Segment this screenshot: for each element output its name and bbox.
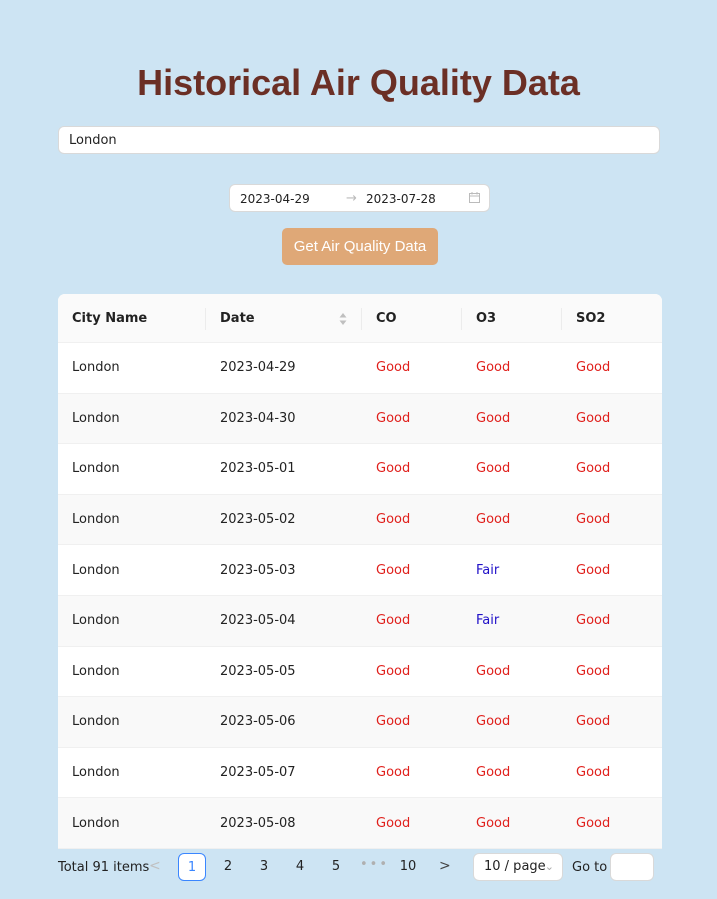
start-date-input[interactable]: 2023-04-29: [240, 192, 310, 206]
cell-city: London: [72, 714, 120, 730]
cell-date: 2023-04-30: [220, 410, 296, 426]
cell-so2: Good: [576, 613, 611, 629]
table-row: London 2023-05-07 Good Good Good: [58, 748, 662, 799]
cell-o3: Good: [476, 815, 511, 831]
cell-city: London: [72, 461, 120, 477]
goto-page-input[interactable]: [610, 853, 654, 881]
table-row: London 2023-04-29 Good Good Good: [58, 343, 662, 394]
next-page-icon[interactable]: >: [439, 858, 451, 874]
cell-so2: Good: [576, 815, 611, 831]
cell-so2: Good: [576, 714, 611, 730]
pagination: Total 91 items < 1 2 3 4 5 ••• 10 > 10 /…: [58, 852, 662, 884]
cell-city: London: [72, 410, 120, 426]
cell-city: London: [72, 360, 120, 376]
cell-o3: Good: [476, 663, 511, 679]
cell-so2: Good: [576, 562, 611, 578]
table-row: London 2023-05-04 Good Fair Good: [58, 595, 662, 647]
cell-date: 2023-05-02: [220, 512, 296, 528]
cell-co: Good: [376, 461, 411, 477]
table-row: London 2023-04-30 Good Good Good: [58, 393, 662, 445]
cell-date: 2023-05-05: [220, 663, 296, 679]
cell-date: 2023-05-06: [220, 714, 296, 730]
cell-date: 2023-05-08: [220, 815, 296, 831]
table-row: London 2023-05-02 Good Good Good: [58, 494, 662, 546]
cell-o3: Fair: [476, 562, 500, 578]
date-range-picker[interactable]: 2023-04-29 → 2023-07-28: [229, 184, 490, 212]
table-row: London 2023-05-03 Good Fair Good: [58, 545, 662, 596]
page-3-button[interactable]: 3: [250, 853, 278, 881]
page-10-button[interactable]: 10: [394, 853, 422, 881]
cell-date: 2023-05-07: [220, 765, 296, 781]
page-title: Historical Air Quality Data: [137, 62, 580, 103]
cell-o3: Good: [476, 461, 511, 477]
column-header-city: City Name: [58, 307, 206, 330]
cell-so2: Good: [576, 360, 611, 376]
table-row: London 2023-05-08 Good Good Good: [58, 798, 662, 849]
column-header-date-label: Date: [220, 310, 255, 326]
range-arrow-icon: →: [346, 191, 357, 206]
table-row: London 2023-05-05 Good Good Good: [58, 647, 662, 698]
cell-date: 2023-05-03: [220, 562, 296, 578]
cell-city: London: [72, 815, 120, 831]
cell-co: Good: [376, 815, 411, 831]
page: Historical Air Quality Data 2023-04-29 →…: [0, 0, 717, 899]
prev-page-icon[interactable]: <: [149, 858, 161, 874]
cell-o3: Fair: [476, 613, 500, 629]
page-5-button[interactable]: 5: [322, 853, 350, 881]
cell-so2: Good: [576, 410, 611, 426]
page-2-button[interactable]: 2: [214, 853, 242, 881]
cell-city: London: [72, 613, 120, 629]
cell-co: Good: [376, 613, 411, 629]
air-quality-table: City Name Date CO O3 SO2 London 2023-04-2…: [58, 294, 662, 849]
cell-city: London: [72, 663, 120, 679]
cell-date: 2023-05-04: [220, 613, 296, 629]
column-header-so2: SO2: [576, 310, 606, 326]
cell-co: Good: [376, 663, 411, 679]
goto-label: Go to: [572, 860, 608, 875]
end-date-input[interactable]: 2023-07-28: [366, 192, 436, 206]
calendar-icon[interactable]: [469, 192, 480, 203]
cell-o3: Good: [476, 512, 511, 528]
page-4-button[interactable]: 4: [286, 853, 314, 881]
cell-so2: Good: [576, 461, 611, 477]
get-air-quality-button[interactable]: Get Air Quality Data: [282, 228, 438, 265]
cell-co: Good: [376, 360, 411, 376]
cell-o3: Good: [476, 410, 511, 426]
total-items: Total 91 items: [58, 860, 150, 875]
cell-city: London: [72, 562, 120, 578]
cell-o3: Good: [476, 360, 511, 376]
cell-co: Good: [376, 512, 411, 528]
column-header-o3: O3: [462, 307, 562, 330]
table-row: London 2023-05-01 Good Good Good: [58, 444, 662, 495]
cell-city: London: [72, 512, 120, 528]
sort-icon[interactable]: [338, 311, 348, 327]
cell-so2: Good: [576, 765, 611, 781]
column-header-co: CO: [362, 307, 462, 330]
cell-o3: Good: [476, 714, 511, 730]
cell-co: Good: [376, 765, 411, 781]
cell-co: Good: [376, 714, 411, 730]
cell-so2: Good: [576, 663, 611, 679]
cell-city: London: [72, 765, 120, 781]
table-row: London 2023-05-06 Good Good Good: [58, 697, 662, 748]
table-header: City Name Date CO O3 SO2: [58, 294, 662, 343]
cell-so2: Good: [576, 512, 611, 528]
cell-co: Good: [376, 562, 411, 578]
page-size-select[interactable]: 10 / page ⌄: [473, 853, 563, 881]
column-header-date[interactable]: Date: [206, 307, 362, 330]
cell-o3: Good: [476, 765, 511, 781]
cell-co: Good: [376, 410, 411, 426]
cell-date: 2023-04-29: [220, 360, 296, 376]
table-body: London 2023-04-29 Good Good Good London 2023-0…: [58, 343, 662, 849]
page-size-value: 10 / page: [484, 859, 546, 874]
city-search-input[interactable]: [58, 126, 660, 154]
cell-date: 2023-05-01: [220, 461, 296, 477]
more-pages-ellipsis[interactable]: •••: [360, 857, 389, 872]
chevron-down-icon: ⌄: [544, 860, 554, 873]
page-1-button[interactable]: 1: [178, 853, 206, 881]
